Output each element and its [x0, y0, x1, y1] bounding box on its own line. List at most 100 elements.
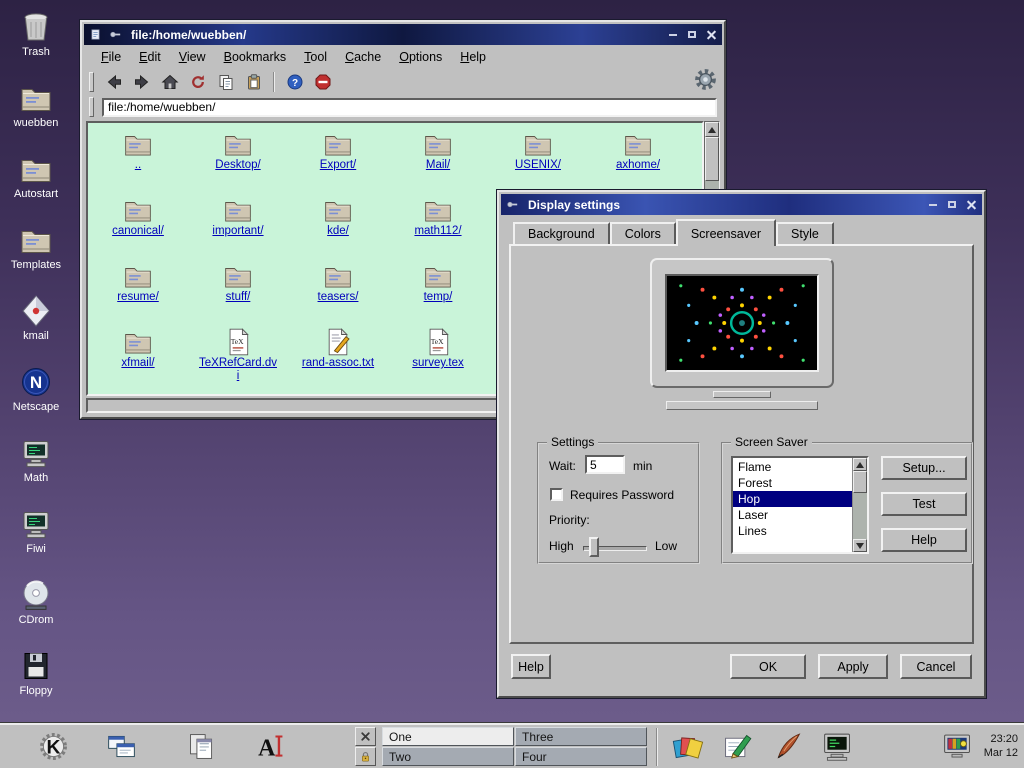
close-button[interactable]	[703, 28, 719, 42]
pager-desktop-one[interactable]: One	[382, 727, 514, 746]
close-button[interactable]	[963, 198, 979, 212]
k-menu-button[interactable]	[33, 727, 73, 767]
wait-input[interactable]	[585, 455, 625, 474]
file-item[interactable]: Export/	[288, 129, 388, 195]
file-item[interactable]: ..	[88, 129, 188, 195]
paste-button[interactable]	[241, 70, 266, 93]
desktop-icon-floppy[interactable]: Floppy	[4, 649, 68, 697]
font-tool-button[interactable]	[249, 727, 289, 767]
screensaver-list-scrollbar[interactable]	[852, 458, 867, 552]
list-item-laser[interactable]: Laser	[733, 507, 852, 523]
list-item-flame[interactable]: Flame	[733, 459, 852, 475]
locationbar-grip[interactable]	[89, 97, 94, 117]
display-settings-titlebar[interactable]: Display settings	[501, 194, 982, 215]
file-item[interactable]: xfmail/	[88, 327, 188, 393]
file-item[interactable]: temp/	[388, 261, 488, 327]
maximize-button[interactable]	[944, 198, 960, 212]
screensaver-list[interactable]: Flame Forest Hop Laser Lines	[731, 456, 869, 554]
palette-button[interactable]	[667, 727, 707, 767]
requires-password-label[interactable]: Requires Password	[570, 488, 674, 502]
help-button-toolbar[interactable]	[282, 70, 307, 93]
menu-view[interactable]: View	[170, 48, 215, 66]
scroll-down-button[interactable]	[853, 539, 867, 552]
pages-button[interactable]	[181, 727, 221, 767]
file-item[interactable]: resume/	[88, 261, 188, 327]
pager-desktop-two[interactable]: Two	[382, 747, 514, 766]
priority-slider-handle[interactable]	[589, 537, 599, 557]
pen-button[interactable]	[717, 727, 757, 767]
forward-button[interactable]	[129, 70, 154, 93]
pin-icon[interactable]	[107, 27, 124, 42]
desktop-icon-fiwi[interactable]: Fiwi	[4, 507, 68, 555]
menu-options[interactable]: Options	[390, 48, 451, 66]
scroll-up-button[interactable]	[853, 458, 867, 471]
file-item[interactable]: rand-assoc.txt	[288, 327, 388, 393]
file-item[interactable]: TeXRefCard.dvi	[188, 327, 288, 393]
desktop-icon-wuebben[interactable]: wuebben	[4, 81, 68, 129]
apply-button[interactable]: Apply	[818, 654, 888, 679]
file-item[interactable]: important/	[188, 195, 288, 261]
desktop-icon-cdrom[interactable]: CDrom	[4, 578, 68, 626]
terminal-button[interactable]	[817, 727, 857, 767]
desktop-icon-kmail[interactable]: kmail	[4, 294, 68, 342]
menu-help[interactable]: Help	[451, 48, 495, 66]
stop-button[interactable]	[310, 70, 335, 93]
menu-bookmarks[interactable]: Bookmarks	[215, 48, 296, 66]
file-item[interactable]: stuff/	[188, 261, 288, 327]
menu-cache[interactable]: Cache	[336, 48, 390, 66]
file-item[interactable]: kde/	[288, 195, 388, 261]
file-item[interactable]: Mail/	[388, 129, 488, 195]
scroll-thumb[interactable]	[705, 137, 719, 181]
help-button[interactable]: Help	[511, 654, 551, 679]
display-button[interactable]	[938, 727, 978, 767]
kfm-titlebar[interactable]: file:/home/wuebben/	[84, 24, 722, 45]
logout-button[interactable]	[355, 727, 376, 746]
tab-colors[interactable]: Colors	[610, 222, 676, 244]
file-item[interactable]: canonical/	[88, 195, 188, 261]
file-item[interactable]: teasers/	[288, 261, 388, 327]
requires-password-checkbox[interactable]	[550, 488, 563, 501]
maximize-button[interactable]	[684, 28, 700, 42]
file-item[interactable]: USENIX/	[488, 129, 588, 195]
file-item[interactable]: math112/	[388, 195, 488, 261]
ok-button[interactable]: OK	[730, 654, 806, 679]
file-item[interactable]: Desktop/	[188, 129, 288, 195]
tab-background[interactable]: Background	[513, 222, 610, 244]
desktop-icon-netscape[interactable]: Netscape	[4, 365, 68, 413]
scroll-up-button[interactable]	[705, 122, 719, 137]
scroll-thumb[interactable]	[853, 471, 867, 493]
cancel-button[interactable]: Cancel	[900, 654, 972, 679]
desktop-icon-trash[interactable]: Trash	[4, 10, 68, 58]
window-list-button[interactable]	[101, 727, 141, 767]
list-item-hop[interactable]: Hop	[733, 491, 852, 507]
list-item-forest[interactable]: Forest	[733, 475, 852, 491]
desktop-icon-math[interactable]: Math	[4, 436, 68, 484]
minimize-button[interactable]	[925, 198, 941, 212]
menu-tool[interactable]: Tool	[295, 48, 336, 66]
minimize-button[interactable]	[665, 28, 681, 42]
file-item[interactable]: axhome/	[588, 129, 688, 195]
quill-button[interactable]	[767, 727, 807, 767]
tab-screensaver[interactable]: Screensaver	[676, 219, 776, 246]
tab-style[interactable]: Style	[776, 222, 834, 244]
pager-desktop-three[interactable]: Three	[515, 727, 647, 746]
back-button[interactable]	[101, 70, 126, 93]
file-item[interactable]: survey.tex	[388, 327, 488, 393]
home-button[interactable]	[157, 70, 182, 93]
reload-button[interactable]	[185, 70, 210, 93]
scroll-track[interactable]	[853, 493, 867, 539]
screensaver-help-button[interactable]: Help	[881, 528, 967, 552]
desktop-icon-templates[interactable]: Templates	[4, 223, 68, 271]
pager-desktop-four[interactable]: Four	[515, 747, 647, 766]
window-menu-icon[interactable]	[87, 27, 104, 42]
menu-file[interactable]: File	[92, 48, 130, 66]
setup-button[interactable]: Setup...	[881, 456, 967, 480]
copy-button[interactable]	[213, 70, 238, 93]
pin-icon[interactable]	[504, 197, 521, 212]
menu-edit[interactable]: Edit	[130, 48, 170, 66]
toolbar-grip[interactable]	[89, 72, 94, 92]
lock-button[interactable]	[355, 747, 376, 766]
location-input[interactable]	[102, 98, 717, 117]
test-button[interactable]: Test	[881, 492, 967, 516]
list-item-lines[interactable]: Lines	[733, 523, 852, 539]
